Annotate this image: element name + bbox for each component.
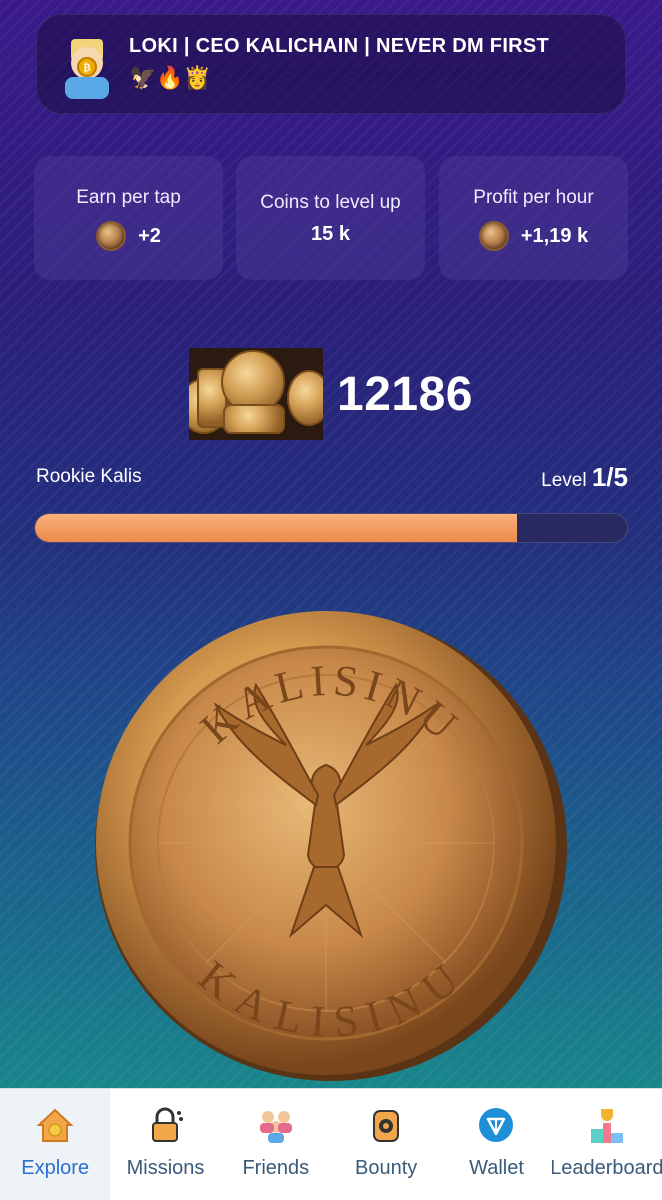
lock-icon bbox=[143, 1103, 187, 1147]
nav-label: Explore bbox=[21, 1157, 90, 1179]
nav-label: Leaderboard bbox=[551, 1157, 662, 1179]
nav-explore[interactable]: Explore bbox=[0, 1089, 111, 1200]
nav-label: Missions bbox=[126, 1157, 205, 1179]
nav-friends[interactable]: Friends bbox=[221, 1089, 331, 1200]
stat-value: +2 bbox=[138, 224, 161, 247]
nav-missions[interactable]: Missions bbox=[110, 1089, 220, 1200]
nav-leaderboard[interactable]: Leaderboard bbox=[552, 1089, 662, 1200]
user-header[interactable]: ₿ LOKI | CEO KALICHAIN | NEVER DM FIRST … bbox=[36, 14, 626, 114]
stat-value: 15 k bbox=[311, 222, 350, 245]
user-emojis: 🦅🔥👸 bbox=[129, 66, 212, 91]
tap-coin[interactable]: KALISINU KALISINU bbox=[86, 605, 576, 1085]
level-value: 1/5 bbox=[591, 462, 628, 492]
nav-bounty[interactable]: Bounty bbox=[331, 1089, 441, 1200]
stat-earn-per-tap: Earn per tap +2 bbox=[34, 156, 223, 280]
level-label: Level bbox=[541, 470, 587, 491]
level-progress-bar bbox=[34, 513, 628, 543]
coin-stack-icon bbox=[189, 348, 323, 440]
balance-value: 12186 bbox=[337, 367, 473, 421]
nav-label: Bounty bbox=[355, 1157, 418, 1179]
coin-icon bbox=[96, 221, 127, 252]
bounty-icon bbox=[364, 1103, 408, 1147]
leaderboard-icon bbox=[585, 1103, 629, 1147]
stat-value: +1,19 k bbox=[520, 224, 589, 247]
level-indicator: Level 1/5 bbox=[541, 462, 628, 493]
rank-label: Rookie Kalis bbox=[36, 466, 142, 487]
bottom-nav: Explore Missions Friends Bounty Wallet L… bbox=[0, 1088, 662, 1200]
stat-label: Profit per hour bbox=[473, 186, 594, 208]
nav-label: Wallet bbox=[469, 1157, 524, 1179]
home-icon bbox=[33, 1103, 77, 1147]
wallet-icon bbox=[474, 1103, 518, 1147]
stat-coins-to-level-up: Coins to level up 15 k bbox=[236, 156, 425, 280]
stat-label: Coins to level up bbox=[260, 192, 401, 214]
stat-label: Earn per tap bbox=[76, 186, 181, 208]
friends-icon bbox=[254, 1103, 298, 1147]
svg-text:₿: ₿ bbox=[83, 61, 91, 74]
stats-panel: Earn per tap +2 Coins to level up 15 k P… bbox=[34, 156, 628, 280]
username: LOKI | CEO KALICHAIN | NEVER DM FIRST bbox=[129, 35, 550, 57]
avatar: ₿ bbox=[65, 39, 109, 99]
progress-fill bbox=[35, 514, 518, 542]
stat-profit-per-hour: Profit per hour +1,19 k bbox=[439, 156, 628, 280]
nav-label: Friends bbox=[242, 1157, 310, 1179]
balance-display: 12186 bbox=[189, 348, 473, 440]
coin-icon bbox=[478, 221, 509, 252]
nav-wallet[interactable]: Wallet bbox=[441, 1089, 551, 1200]
